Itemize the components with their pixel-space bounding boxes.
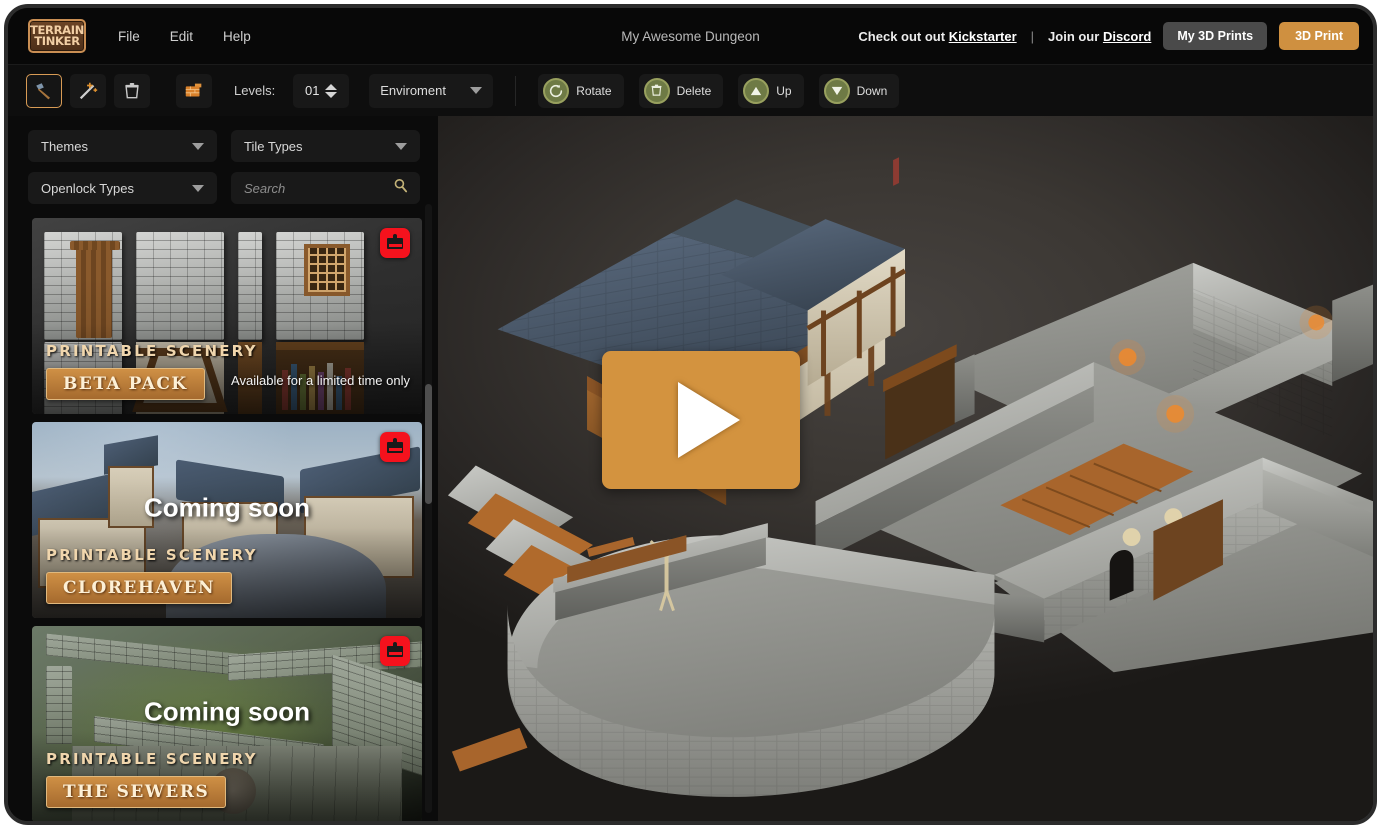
open-project-tool[interactable] (176, 73, 212, 108)
coming-soon-label: Coming soon (143, 492, 311, 523)
sidebar: Themes Tile Types Openlock Types Search … (8, 116, 438, 821)
pack-title-sign: CLOREHAVEN (46, 572, 233, 604)
kickstarter-prefix: Check out out (858, 28, 946, 44)
openlock-types-dropdown[interactable]: Openlock Types (28, 172, 217, 204)
delete-tool[interactable] (114, 73, 150, 108)
menu-bar: File Edit Help (116, 25, 253, 48)
pack-note: Available for a limited time only (231, 373, 410, 388)
3d-viewport[interactable] (438, 116, 1373, 821)
toolbar-divider (515, 75, 517, 106)
chevron-down-icon (470, 87, 483, 94)
chevron-down-icon (192, 142, 204, 150)
pack-brand: PRINTABLE SCENERY (46, 546, 258, 564)
wall-torches (1156, 394, 1195, 433)
kickstarter-badge[interactable] (380, 636, 410, 666)
my-3d-prints-button[interactable]: My 3D Prints (1163, 22, 1268, 50)
menu-file[interactable]: File (116, 25, 142, 48)
search-input[interactable] (244, 180, 374, 196)
kickstarter-promo: Check out out Kickstarter (858, 29, 1016, 44)
levels-label: Levels: (234, 83, 276, 98)
themes-dropdown-label: Themes (41, 138, 88, 154)
magic-wand-icon (79, 82, 98, 99)
pack-title-sign: THE SEWERS (46, 776, 227, 808)
play-icon (678, 382, 740, 458)
pack-brand: PRINTABLE SCENERY (46, 342, 258, 360)
kickstarter-link[interactable]: Kickstarter (949, 29, 1017, 44)
folder-bricks-icon (185, 83, 202, 96)
rotate-label: Rotate (576, 83, 612, 98)
down-label: Down (856, 83, 888, 98)
search-field[interactable] (231, 172, 420, 204)
stepper-up-icon[interactable] (325, 83, 338, 90)
stepper-down-icon[interactable] (325, 91, 338, 98)
chevron-down-icon (395, 142, 407, 150)
environment-dropdown[interactable]: Enviroment (369, 73, 494, 108)
app-logo[interactable]: TERRAIN TINKER (28, 19, 86, 53)
sidebar-filters: Themes Tile Types Openlock Types (8, 130, 438, 218)
chevron-down-icon (192, 184, 204, 192)
kickstarter-badge[interactable] (380, 228, 410, 258)
pack-card-clorehaven[interactable]: Coming soon PRINTABLE SCENERY CLOREHAVEN (32, 422, 422, 618)
kickstarter-icon (387, 233, 403, 249)
kickstarter-icon (387, 437, 403, 453)
dungeon-render (447, 157, 1373, 797)
down-button[interactable]: Down (818, 73, 900, 108)
top-bar: TERRAIN TINKER File Edit Help My Awesome… (8, 8, 1373, 64)
pack-title: BETA PACK (63, 374, 188, 394)
environment-dropdown-label: Enviroment (380, 83, 446, 98)
body: Themes Tile Types Openlock Types Search … (8, 116, 1373, 821)
kickstarter-badge[interactable] (380, 432, 410, 462)
menu-help[interactable]: Help (221, 25, 253, 48)
play-video-button[interactable] (602, 351, 800, 489)
3d-print-button[interactable]: 3D Print (1279, 22, 1359, 50)
hammer-tool[interactable] (26, 73, 62, 108)
app-window: TERRAIN TINKER File Edit Help My Awesome… (4, 4, 1377, 825)
trash-icon (125, 82, 139, 98)
rotate-button[interactable]: Rotate (538, 73, 624, 108)
scrollbar-thumb[interactable] (425, 384, 432, 504)
themes-dropdown[interactable]: Themes (28, 130, 217, 162)
triangle-up-icon (743, 77, 770, 104)
kickstarter-icon (387, 641, 403, 657)
pack-card-sewers[interactable]: Coming soon PRINTABLE SCENERY THE SEWERS (32, 626, 422, 821)
pack-title: CLOREHAVEN (63, 578, 216, 598)
levels-stepper[interactable]: 01 (293, 73, 350, 108)
hammer-icon (36, 82, 51, 99)
rotate-icon (543, 77, 570, 104)
pack-brand: PRINTABLE SCENERY (46, 750, 258, 768)
triangle-down-icon (823, 77, 850, 104)
header-separator: | (1030, 28, 1035, 44)
delete-button[interactable]: Delete (638, 73, 724, 108)
dungeon-scene (438, 116, 1373, 821)
menu-edit[interactable]: Edit (168, 25, 195, 48)
tile-types-dropdown-label: Tile Types (244, 138, 303, 154)
discord-promo: Join our Discord (1048, 29, 1151, 44)
discord-link[interactable]: Discord (1103, 29, 1151, 44)
toolbar: Levels: 01 Enviroment Rotate Delete Up D… (8, 64, 1373, 116)
logo-line-2: TINKER (34, 34, 80, 48)
trash-icon (643, 77, 670, 104)
pack-title: THE SEWERS (63, 782, 210, 802)
levels-value: 01 (304, 83, 320, 98)
levels-stepper-arrows[interactable] (325, 83, 338, 98)
sidebar-scrollbar[interactable] (425, 204, 432, 813)
pack-list: PRINTABLE SCENERY BETA PACK Available fo… (8, 218, 438, 821)
header-actions: Check out out Kickstarter | Join our Dis… (858, 22, 1359, 50)
pack-title-sign: BETA PACK (46, 368, 205, 400)
coming-soon-label: Coming soon (143, 696, 311, 727)
delete-label: Delete (676, 83, 712, 98)
openlock-types-dropdown-label: Openlock Types (41, 180, 134, 196)
discord-prefix: Join our (1048, 28, 1100, 44)
tile-types-dropdown[interactable]: Tile Types (231, 130, 420, 162)
search-icon[interactable] (392, 177, 409, 199)
pack-card-beta[interactable]: PRINTABLE SCENERY BETA PACK Available fo… (32, 218, 422, 414)
up-button[interactable]: Up (738, 73, 804, 108)
magic-wand-tool[interactable] (70, 73, 106, 108)
up-label: Up (776, 83, 792, 98)
